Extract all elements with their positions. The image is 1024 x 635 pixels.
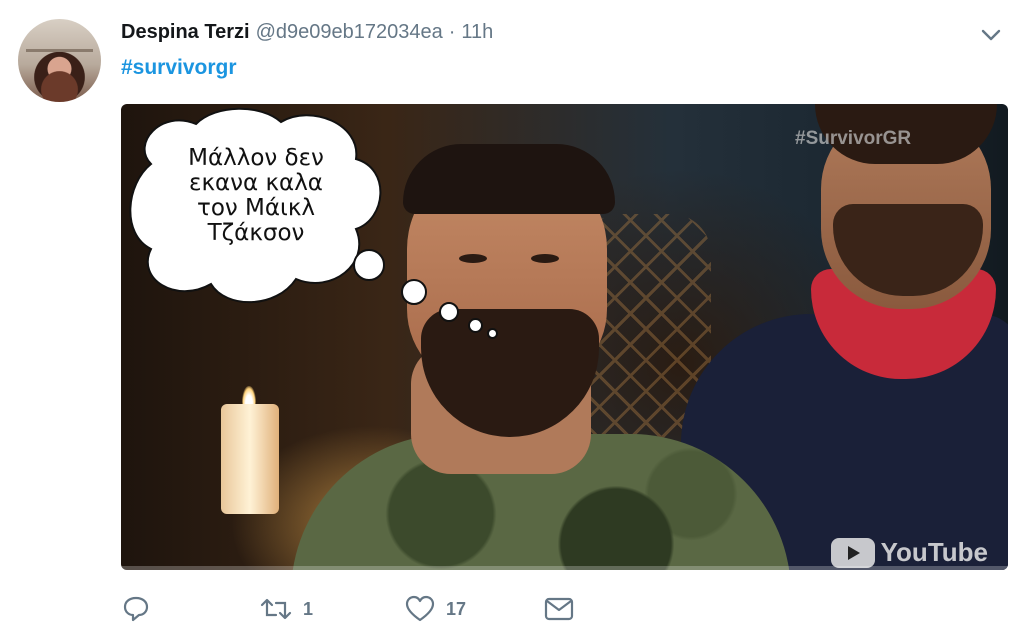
- image-watermark: #SurvivorGR: [795, 128, 912, 149]
- thought-dot: [401, 279, 427, 305]
- chevron-down-icon[interactable]: [980, 26, 1002, 44]
- user-handle[interactable]: @d9e09eb172034ea: [256, 21, 443, 44]
- reply-button[interactable]: [121, 595, 151, 623]
- bubble-line: εκανα καλα: [189, 170, 323, 196]
- direct-message-button[interactable]: [543, 595, 575, 623]
- tweet-image[interactable]: #SurvivorGR Μάλλον δεν εκανα καλα τον Μά…: [121, 104, 1008, 570]
- tweet-actions: 1 17: [121, 595, 591, 627]
- bubble-line: Μάλλον δεν: [188, 145, 324, 171]
- thought-dot: [468, 318, 483, 333]
- thought-dot: [439, 302, 459, 322]
- thought-dot: [353, 249, 385, 281]
- timestamp[interactable]: 11h: [461, 21, 493, 44]
- youtube-play-icon: [830, 537, 875, 568]
- reply-icon: [123, 596, 149, 622]
- message-icon: [544, 597, 574, 621]
- youtube-logo-text: YouTube: [880, 537, 988, 567]
- retweet-icon: [260, 598, 292, 620]
- like-count: 17: [446, 598, 467, 619]
- like-icon: [405, 595, 435, 622]
- hashtag-link[interactable]: #survivorgr: [121, 56, 237, 80]
- avatar[interactable]: [18, 19, 101, 102]
- retweet-button[interactable]: 1: [259, 595, 313, 623]
- bubble-line: τον Μάικλ: [196, 195, 316, 221]
- like-button[interactable]: 17: [404, 595, 466, 623]
- youtube-logo: YouTube: [830, 537, 988, 568]
- video-progress-bar: [121, 566, 1008, 570]
- display-name[interactable]: Despina Terzi: [121, 21, 250, 44]
- separator-dot: ·: [448, 21, 456, 43]
- thought-dot: [487, 328, 498, 339]
- bubble-line: Τζάκσον: [207, 220, 305, 246]
- bubble-text: Μάλλον δεν εκανα καλα τον Μάικλ Τζάκσον: [151, 146, 361, 246]
- tweet-header: Despina Terzi @d9e09eb172034ea · 11h: [121, 21, 493, 44]
- retweet-count: 1: [303, 598, 314, 619]
